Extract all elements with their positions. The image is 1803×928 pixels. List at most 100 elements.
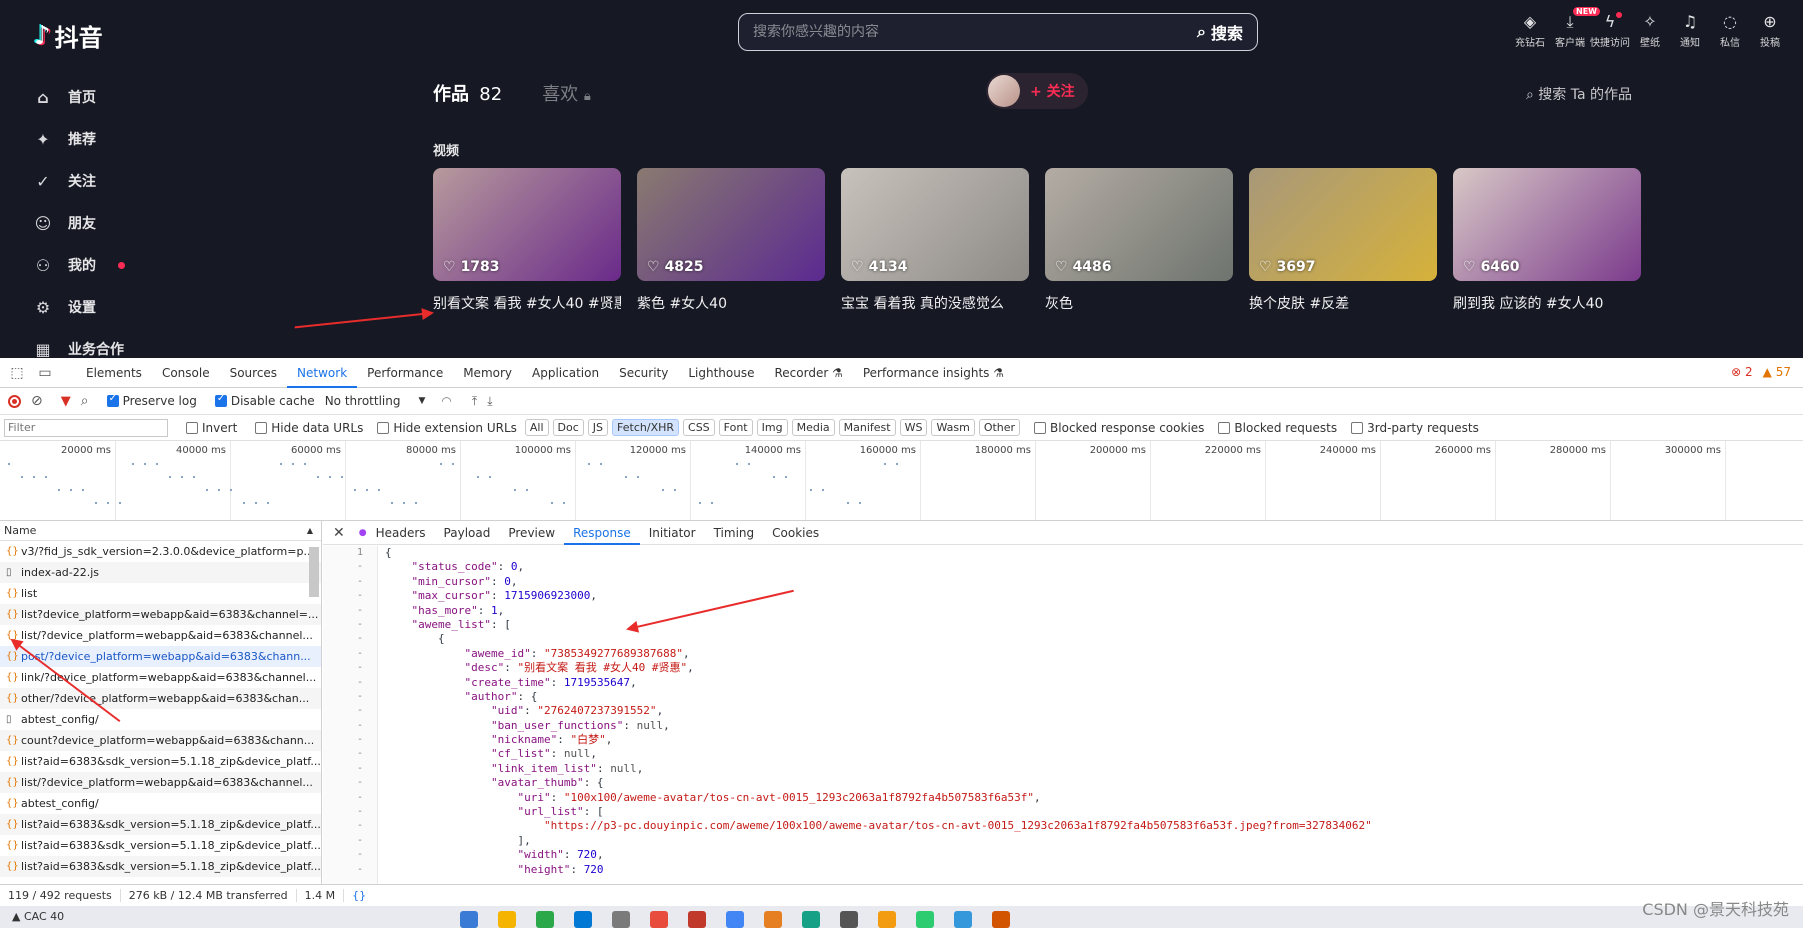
request-row[interactable]: {} post/?device_platform=webapp&aid=6383&… xyxy=(0,646,321,667)
filter-chip-img[interactable]: Img xyxy=(756,419,788,436)
sidebar-item-user[interactable]: ⚇ 我的 xyxy=(34,244,154,286)
tab-preview[interactable]: Preview xyxy=(499,521,564,545)
tab-timing[interactable]: Timing xyxy=(705,521,764,545)
taskbar-app-icon[interactable] xyxy=(688,911,706,928)
follow-button[interactable]: + 关注 xyxy=(1030,81,1075,101)
filter-chip-media[interactable]: Media xyxy=(791,419,835,436)
request-row[interactable]: ▯ abtest_config/ xyxy=(0,709,321,730)
top-icon-download[interactable]: ⤓ 客户端 NEW xyxy=(1550,7,1600,49)
sidebar-item-friends[interactable]: ☺ 朋友 xyxy=(34,202,154,244)
top-icon-bell[interactable]: ♫ 通知 xyxy=(1670,10,1710,49)
scrollbar[interactable] xyxy=(309,547,319,597)
sidebar-item-settings[interactable]: ⚙ 设置 xyxy=(34,286,154,328)
video-title[interactable]: 灰色 xyxy=(1045,293,1233,313)
tab-sources[interactable]: Sources xyxy=(220,358,287,388)
inspect-icon[interactable]: ⬚ xyxy=(6,365,28,381)
import-icon[interactable]: ⤒ xyxy=(472,394,477,409)
filter-chip-font[interactable]: Font xyxy=(718,419,753,436)
filter-chip-css[interactable]: CSS xyxy=(683,419,715,436)
tab-recorder[interactable]: Recorder ⚗ xyxy=(765,358,853,388)
taskbar-app-icon[interactable] xyxy=(764,911,782,928)
taskbar-app-icon[interactable] xyxy=(574,911,592,928)
taskbar-app-icon[interactable] xyxy=(650,911,668,928)
clear-icon[interactable]: ⊘ xyxy=(31,393,43,409)
tab-console[interactable]: Console xyxy=(152,358,220,388)
video-card[interactable]: ♡ 4486 灰色 xyxy=(1045,168,1233,313)
search-user-works[interactable]: ⌕ 搜索 Ta 的作品 xyxy=(1526,84,1632,104)
video-thumbnail[interactable]: ♡ 4486 xyxy=(1045,168,1233,281)
tab-lighthouse[interactable]: Lighthouse xyxy=(678,358,764,388)
throttling-select[interactable]: No throttling ▼ xyxy=(325,394,426,408)
hide-extension-urls-checkbox[interactable]: Hide extension URLs xyxy=(377,421,517,435)
tab-cookies[interactable]: Cookies xyxy=(763,521,828,545)
video-card[interactable]: ♡ 4825 紫色 #女人40 xyxy=(637,168,825,313)
filter-chip-manifest[interactable]: Manifest xyxy=(838,419,896,436)
request-row[interactable]: {} abtest_config/ xyxy=(0,793,321,814)
tab-performance-insights[interactable]: Performance insights ⚗ xyxy=(853,358,1014,388)
request-row[interactable]: {} list?aid=6383&sdk_version=5.1.18_zip&d… xyxy=(0,814,321,835)
douyin-logo[interactable]: ♪ 抖音 xyxy=(34,18,103,53)
video-thumbnail[interactable]: ♡ 1783 xyxy=(433,168,621,281)
top-icon-lightning[interactable]: ϟ 快捷访问 xyxy=(1590,10,1630,49)
video-card[interactable]: ♡ 3697 换个皮肤 #反差 xyxy=(1249,168,1437,313)
filter-chip-doc[interactable]: Doc xyxy=(552,419,584,436)
taskbar-app-icon[interactable] xyxy=(498,911,516,928)
tab-security[interactable]: Security xyxy=(609,358,678,388)
taskbar-app-icon[interactable] xyxy=(992,911,1010,928)
request-row[interactable]: {} v3/?fid_js_sdk_version=2.3.0.0&device_… xyxy=(0,541,321,562)
blocked-cookies-checkbox[interactable]: Blocked response cookies xyxy=(1034,421,1204,435)
hide-data-urls-checkbox[interactable]: Hide data URLs xyxy=(255,421,363,435)
preserve-log-checkbox[interactable]: Preserve log xyxy=(106,393,197,408)
search-icon[interactable]: ⌕ xyxy=(81,393,89,409)
filter-chip-other[interactable]: Other xyxy=(978,419,1021,436)
search-button[interactable]: ⌕ 搜索 xyxy=(1197,20,1257,44)
video-title[interactable]: 刷到我 应该的 #女人40 xyxy=(1453,293,1641,313)
video-title[interactable]: 宝宝 看着我 真的没感觉么 xyxy=(841,293,1029,313)
tab-elements[interactable]: Elements xyxy=(76,358,152,388)
sidebar-item-follow[interactable]: ✓ 关注 xyxy=(34,160,154,202)
tab-likes[interactable]: 喜欢 🔒︎ xyxy=(542,80,591,106)
tab-headers[interactable]: Headers xyxy=(367,521,435,545)
taskbar-app-icon[interactable] xyxy=(954,911,972,928)
sidebar-item-sparkle[interactable]: ✦ 推荐 xyxy=(34,118,154,160)
filter-input[interactable] xyxy=(4,418,168,437)
invert-checkbox[interactable]: Invert xyxy=(186,421,237,435)
wifi-icon[interactable]: ◠ xyxy=(441,394,451,408)
filter-chip-wasm[interactable]: Wasm xyxy=(931,419,975,436)
disable-cache-checkbox[interactable]: Disable cache xyxy=(214,393,315,408)
request-row[interactable]: {} list?aid=6383&sdk_version=5.1.18_zip&d… xyxy=(0,751,321,772)
video-thumbnail[interactable]: ♡ 4825 xyxy=(637,168,825,281)
filter-icon[interactable]: ▼ xyxy=(61,394,71,409)
filter-chip-all[interactable]: All xyxy=(524,419,549,436)
request-row[interactable]: {} list?aid=6383&sdk_version=5.1.18_zip&d… xyxy=(0,856,321,877)
third-party-checkbox[interactable]: 3rd-party requests xyxy=(1351,421,1479,435)
request-row[interactable]: {} list xyxy=(0,583,321,604)
filter-chip-js[interactable]: JS xyxy=(587,419,609,436)
video-card[interactable]: ♡ 1783 别看文案 看我 #女人40 #贤惠 xyxy=(433,168,621,313)
taskbar-app-icon[interactable] xyxy=(460,911,478,928)
taskbar-app-icon[interactable] xyxy=(726,911,744,928)
tab-payload[interactable]: Payload xyxy=(435,521,500,545)
record-button[interactable] xyxy=(8,394,21,408)
video-title[interactable]: 别看文案 看我 #女人40 #贤惠 xyxy=(433,293,621,313)
request-row[interactable]: {} other/?device_platform=webapp&aid=6383… xyxy=(0,688,321,709)
top-icon-wallpaper[interactable]: ✧ 壁纸 xyxy=(1630,10,1670,49)
taskbar-app-icon[interactable] xyxy=(612,911,630,928)
taskbar-app-icon[interactable] xyxy=(802,911,820,928)
tab-performance[interactable]: Performance xyxy=(357,358,453,388)
taskbar-app-icon[interactable] xyxy=(878,911,896,928)
export-icon[interactable]: ⤓ xyxy=(487,394,492,409)
top-icon-message[interactable]: ◌ 私信 xyxy=(1710,10,1750,49)
taskbar-app-icon[interactable] xyxy=(840,911,858,928)
issue-counters[interactable]: ⊗ 2 ▲ 57 xyxy=(1731,365,1791,379)
request-row[interactable]: {}list/?device_platform=webapp&aid=6383&… xyxy=(0,772,321,793)
video-card[interactable]: ♡ 4134 宝宝 看着我 真的没感觉么 xyxy=(841,168,1029,313)
request-row[interactable]: {} list?aid=6383&sdk_version=5.1.18_zip&d… xyxy=(0,835,321,856)
filter-chip-ws[interactable]: WS xyxy=(899,419,928,436)
search-input[interactable] xyxy=(739,24,1198,40)
video-thumbnail[interactable]: ♡ 6460 xyxy=(1453,168,1641,281)
response-viewer[interactable]: 1 - - - - - - - - - - - - - - - - - - - - - - { "status_code":… xyxy=(323,546,1803,884)
request-row[interactable]: ▯ index-ad-22.js xyxy=(0,562,321,583)
filter-chip-fetch-xhr[interactable]: Fetch/XHR xyxy=(612,419,680,436)
tab-response[interactable]: Response xyxy=(564,521,640,545)
